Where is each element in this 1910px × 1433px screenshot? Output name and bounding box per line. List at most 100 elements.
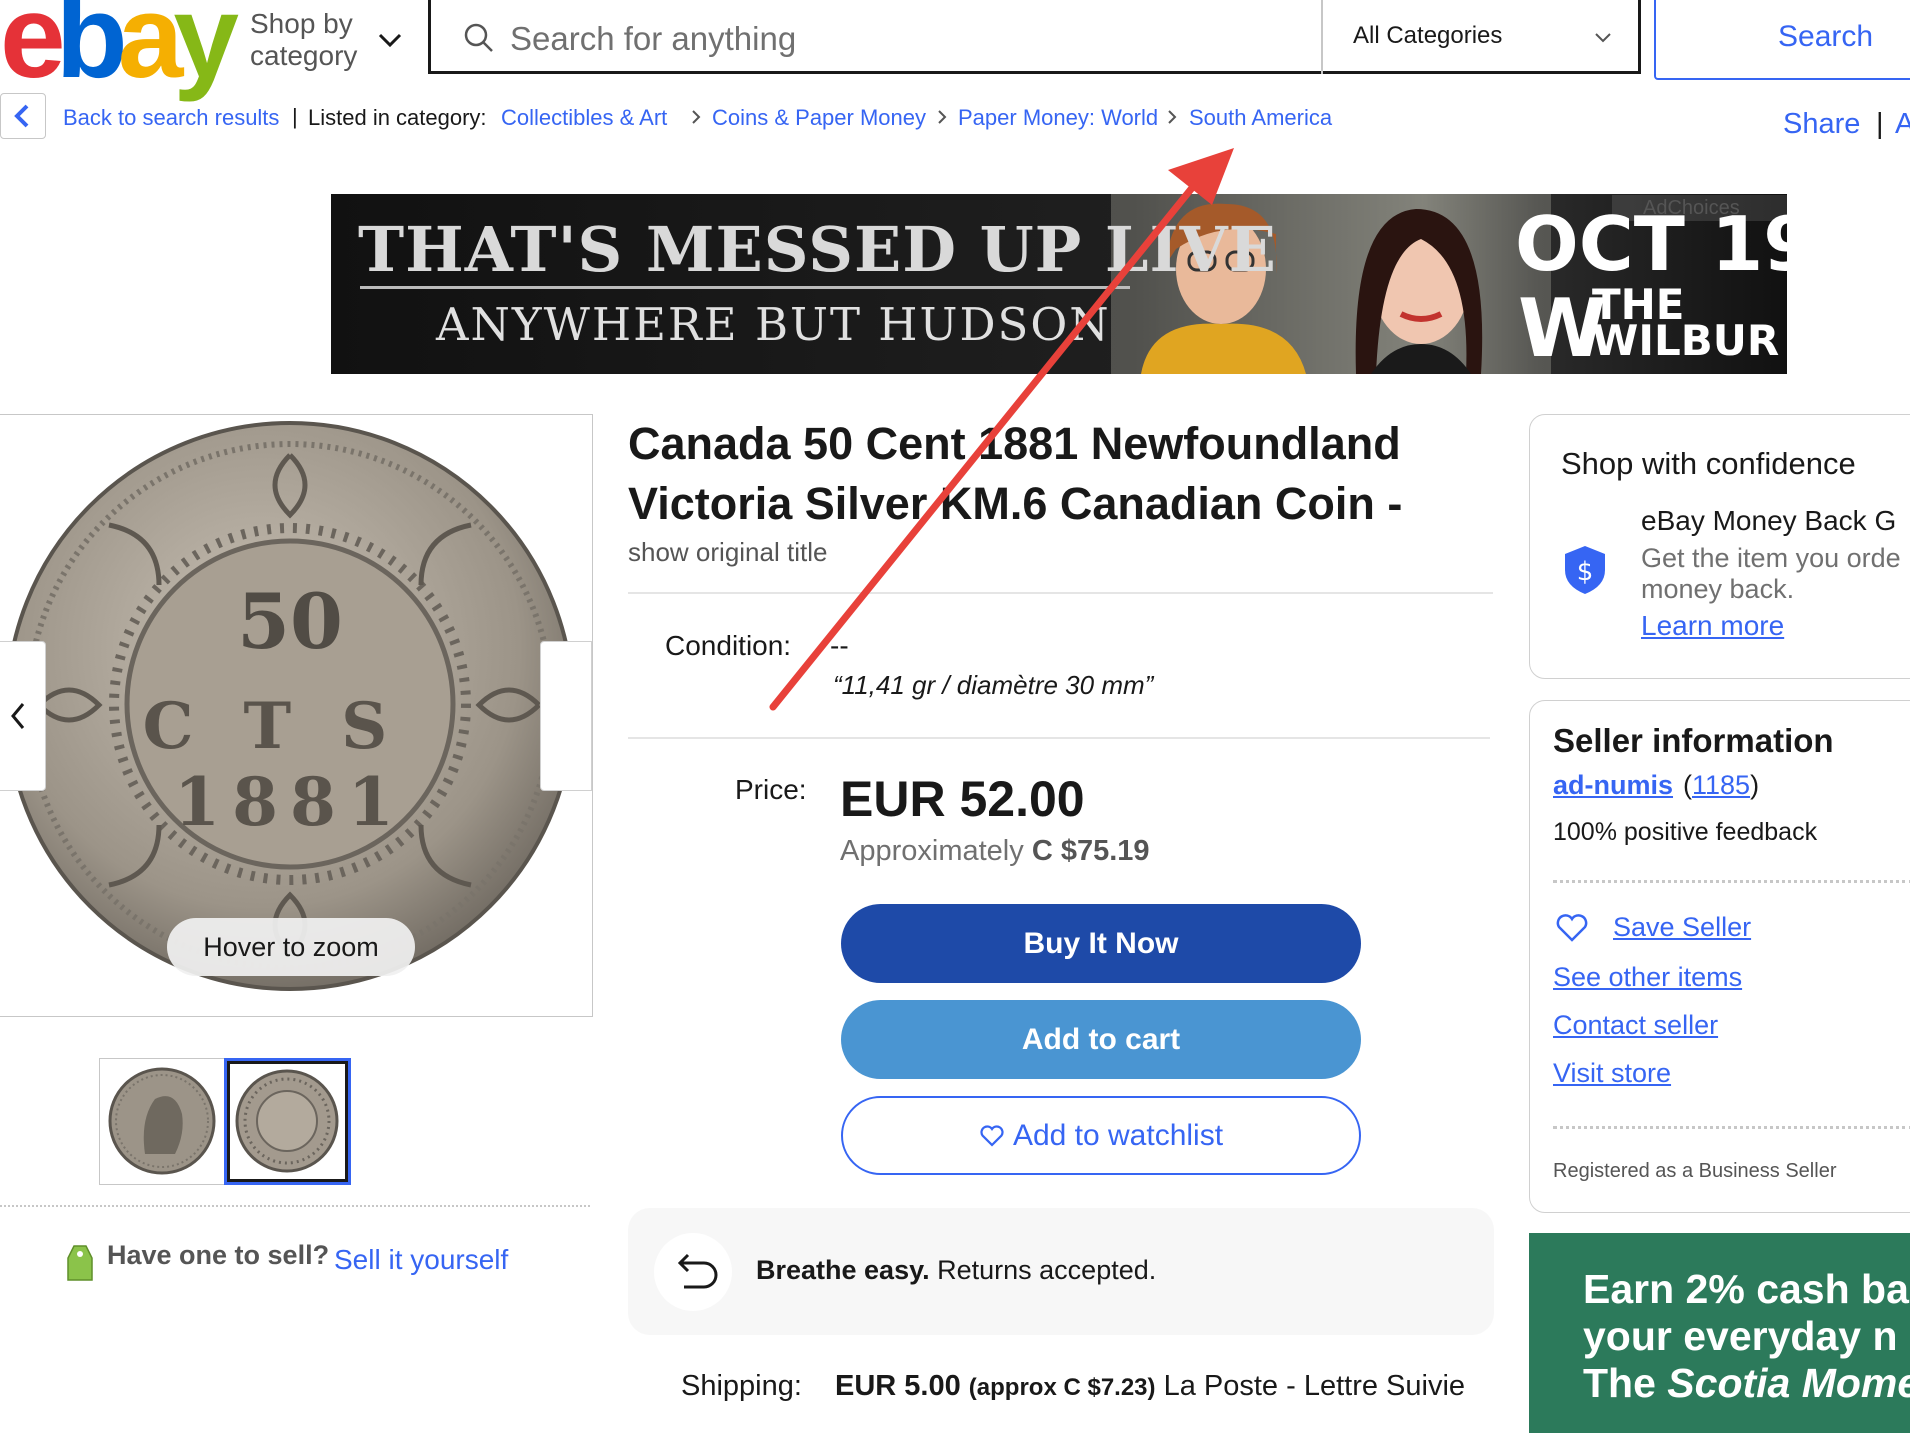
money-back-desc-line1: Get the item you orde: [1641, 543, 1901, 573]
coin-cts: CTS: [143, 689, 438, 764]
learn-more-link[interactable]: Learn more: [1641, 610, 1784, 642]
breadcrumb-separator: |: [292, 104, 298, 129]
ad-date: OCT 19: [1515, 200, 1816, 288]
promo-text: Earn 2% cash ba your everyday n The Scot…: [1583, 1266, 1910, 1407]
coin-thumbnail-obverse: [108, 1067, 216, 1175]
visit-store-link[interactable]: Visit store: [1553, 1058, 1671, 1089]
gallery-divider: [0, 1205, 590, 1207]
ebay-logo[interactable]: ebay: [0, 0, 239, 103]
coin-denomination: 50: [237, 577, 343, 666]
add-to-cart-button[interactable]: Add to cart: [841, 1000, 1361, 1079]
count-close: ): [1750, 770, 1760, 800]
returns-bold: Breathe easy.: [756, 1255, 930, 1285]
promo-line3-italic: Scotia Mome: [1667, 1360, 1910, 1406]
logo-letter-a: a: [117, 0, 184, 103]
shop-by-line2: category: [250, 40, 358, 71]
chevron-left-icon: [14, 104, 29, 128]
shipping-service: La Poste - Lettre Suivie: [1163, 1370, 1466, 1402]
search-input[interactable]: [510, 14, 1310, 64]
positive-feedback: 100% positive feedback: [1553, 818, 1818, 846]
logo-letter-e: e: [0, 0, 66, 103]
dotted-divider: [1553, 1126, 1910, 1129]
thumbnail-1[interactable]: [99, 1058, 226, 1185]
approx-value: C $75.19: [1031, 835, 1150, 867]
logo-letter-y: y: [173, 0, 239, 103]
condition-label: Condition:: [665, 630, 792, 661]
add-to-watchlist-link[interactable]: A: [1895, 108, 1910, 141]
show-original-title-link[interactable]: show original title: [628, 537, 827, 568]
count-open: (: [1683, 770, 1692, 800]
ad-venue-line2: WILBUR: [1592, 316, 1780, 365]
promo-line3-prefix: The: [1583, 1360, 1668, 1406]
buy-it-now-label: Buy It Now: [1023, 926, 1179, 960]
coin-year: 1881: [174, 763, 406, 841]
shop-by-category-button[interactable]: Shop by category: [250, 8, 357, 72]
previous-image-button[interactable]: [0, 641, 46, 791]
listed-in-label: Listed in category:: [308, 105, 487, 130]
have-one-to-sell-label: Have one to sell?: [107, 1240, 330, 1270]
breadcrumb-south-america[interactable]: South America: [1189, 105, 1332, 131]
svg-text:$: $: [1577, 557, 1594, 587]
thumbnail-2-selected[interactable]: [224, 1058, 351, 1185]
divider: [628, 592, 1493, 594]
heart-icon: [980, 1124, 1004, 1147]
promo-line3: The Scotia Mome: [1583, 1360, 1910, 1407]
shipping-value: EUR 5.00 (approx C $7.23) La Poste - Let…: [835, 1370, 1465, 1403]
money-back-desc-line2: money back.: [1641, 574, 1795, 604]
approx-prefix: Approximately: [840, 835, 1024, 867]
returns-accepted: Returns accepted.: [937, 1255, 1157, 1285]
chevron-right-icon: [938, 110, 947, 124]
business-seller-label: Registered as a Business Seller: [1553, 1160, 1837, 1182]
shop-with-confidence-title: Shop with confidence: [1561, 446, 1856, 481]
price-value: EUR 52.00: [840, 771, 1085, 827]
ad-headline: THAT'S MESSED UP LIVE: [358, 213, 1277, 286]
contact-seller-link[interactable]: Contact seller: [1553, 1010, 1718, 1041]
breadcrumb-coins-paper-money[interactable]: Coins & Paper Money: [712, 105, 926, 131]
feedback-count-link[interactable]: 1185: [1692, 770, 1750, 800]
shop-by-line1: Shop by: [250, 8, 353, 39]
shipping-price: EUR 5.00: [835, 1370, 961, 1402]
back-button[interactable]: [0, 93, 46, 139]
share-link[interactable]: Share: [1783, 108, 1860, 141]
save-seller-link[interactable]: Save Seller: [1613, 912, 1751, 943]
breadcrumb-paper-money-world[interactable]: Paper Money: World: [958, 105, 1158, 131]
returns-text: Breathe easy. Returns accepted.: [756, 1255, 1156, 1286]
add-to-watchlist-label: Add to watchlist: [1012, 1118, 1224, 1152]
ad-rule: [360, 286, 1130, 289]
heart-icon[interactable]: [1555, 913, 1589, 943]
share-separator: |: [1876, 108, 1884, 140]
shipping-approx: (approx C $7.23): [968, 1374, 1156, 1401]
add-to-cart-label: Add to cart: [1021, 1022, 1181, 1056]
chevron-right-icon: [692, 110, 701, 124]
buy-it-now-button[interactable]: Buy It Now: [841, 904, 1361, 983]
chevron-down-icon[interactable]: [376, 26, 404, 54]
logo-letter-b: b: [55, 0, 128, 103]
search-icon: [464, 23, 493, 52]
add-to-watchlist-button[interactable]: Add to watchlist: [841, 1096, 1361, 1175]
ad-subheadline: ANYWHERE BUT HUDSON: [436, 298, 1111, 351]
promo-line1: Earn 2% cash ba: [1583, 1266, 1909, 1312]
back-to-search-link[interactable]: Back to search results: [63, 105, 279, 131]
breadcrumb-collectibles-art[interactable]: Collectibles & Art: [501, 105, 667, 131]
price-tag-icon: [67, 1245, 93, 1281]
next-image-button[interactable]: [540, 641, 592, 791]
divider: [628, 737, 1490, 739]
condition-note: “11,41 gr / diamètre 30 mm”: [833, 670, 1154, 700]
return-arrow-icon: [677, 1253, 718, 1289]
hover-to-zoom-label: Hover to zoom: [167, 918, 415, 976]
approx-price: Approximately C $75.19: [840, 835, 1150, 868]
price-label: Price:: [735, 774, 807, 805]
category-select[interactable]: All Categories: [1353, 22, 1502, 50]
shield-dollar-icon: $: [1565, 546, 1605, 594]
chevron-left-icon: [11, 703, 25, 729]
seller-information-title: Seller information: [1553, 722, 1834, 759]
chevron-right-icon: [1168, 110, 1177, 124]
sell-it-yourself-link[interactable]: Sell it yourself: [334, 1244, 508, 1276]
search-button-label[interactable]: Search: [1778, 20, 1873, 54]
chevron-down-icon[interactable]: [1592, 26, 1614, 48]
search-divider: [1321, 0, 1323, 74]
dotted-divider: [1553, 880, 1910, 883]
seller-feedback-count[interactable]: (1185): [1683, 770, 1759, 801]
seller-name-link[interactable]: ad-numis: [1553, 770, 1673, 801]
see-other-items-link[interactable]: See other items: [1553, 962, 1742, 993]
